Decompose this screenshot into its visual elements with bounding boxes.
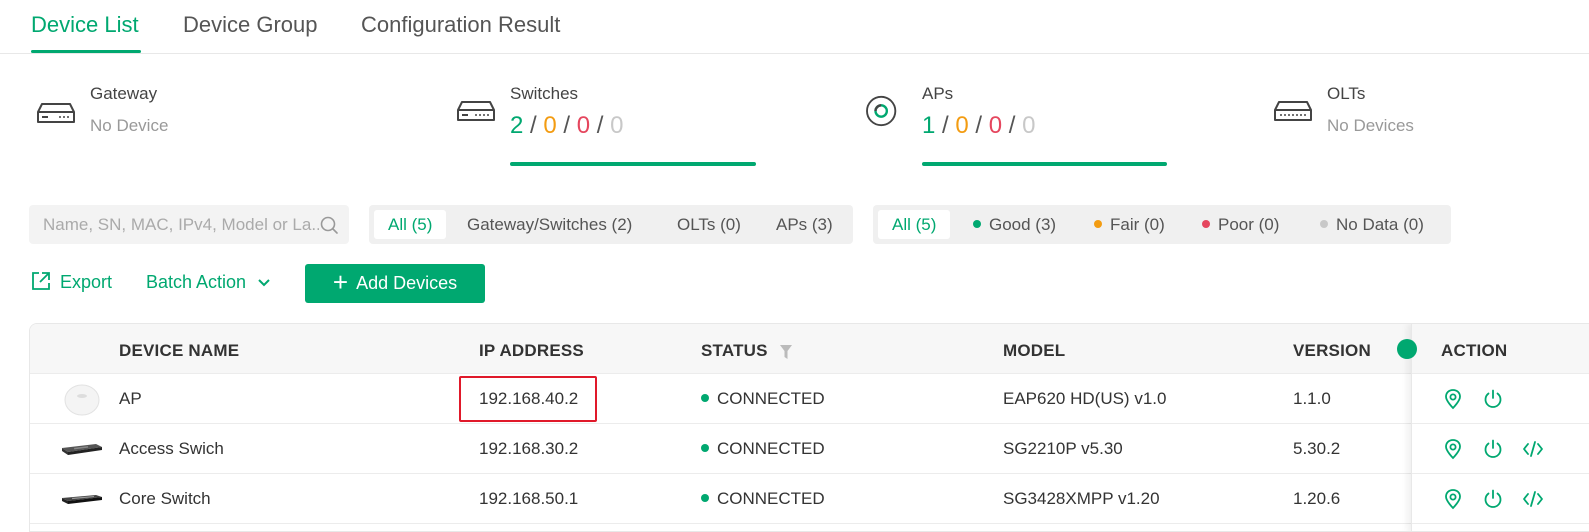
- reboot-icon[interactable]: [1482, 438, 1504, 460]
- aps-fair-count[interactable]: 0: [955, 112, 968, 139]
- ip-address: 192.168.50.1: [479, 489, 579, 508]
- connected-dot-icon: [701, 493, 709, 502]
- health-filter: All (5) Good (3) Fair (0) Poor (0) No Da…: [873, 205, 1451, 244]
- gateway-icon: [37, 103, 75, 123]
- switch-icon: [457, 101, 495, 121]
- active-tab-indicator: [31, 50, 141, 53]
- reboot-icon[interactable]: [1482, 488, 1504, 510]
- device-type-filter: All (5) Gateway/Switches (2) OLTs (0) AP…: [369, 205, 853, 244]
- status-badge: CONNECTED: [701, 389, 825, 409]
- fair-dot-icon: [1094, 219, 1102, 228]
- status-badge: CONNECTED: [701, 489, 825, 509]
- batch-action-dropdown[interactable]: Batch Action: [146, 272, 271, 293]
- col-version[interactable]: VERSION: [1293, 341, 1371, 361]
- reboot-icon[interactable]: [1482, 388, 1504, 410]
- export-icon: [32, 272, 50, 291]
- search-icon[interactable]: [319, 215, 339, 235]
- type-filter-olts[interactable]: OLTs (0): [663, 210, 755, 239]
- olts-status: No Devices: [1327, 116, 1414, 135]
- version: 5.30.2: [1293, 439, 1341, 458]
- action-row: [1412, 424, 1589, 474]
- olt-icon: [1274, 101, 1312, 121]
- switches-title: Switches: [510, 84, 579, 103]
- switch-device-image: [62, 495, 102, 504]
- version: 1.1.0: [1293, 389, 1331, 408]
- switches-fair-count[interactable]: 0: [543, 112, 556, 139]
- poor-dot-icon: [1202, 219, 1210, 228]
- col-action: ACTION: [1441, 341, 1508, 360]
- gateway-title: Gateway: [90, 84, 158, 103]
- tab-bar: Device List Device Group Configuration R…: [0, 0, 1589, 54]
- locate-icon[interactable]: [1442, 388, 1464, 410]
- aps-counts: 1 / 0 / 0 / 0: [922, 112, 1036, 139]
- chevron-down-icon: [258, 279, 270, 287]
- table-row[interactable]: AP 192.168.40.2 CONNECTED EAP620 HD(US) …: [30, 374, 1589, 424]
- switches-health-bar: [510, 162, 756, 166]
- type-filter-all[interactable]: All (5): [374, 210, 447, 239]
- health-filter-all[interactable]: All (5): [878, 210, 951, 239]
- model: SG3428XMPP v1.20: [1003, 489, 1160, 508]
- tab-configuration-result[interactable]: Configuration Result: [361, 12, 560, 38]
- health-filter-good[interactable]: Good (3): [959, 210, 1070, 239]
- device-name[interactable]: AP: [119, 389, 142, 409]
- export-button[interactable]: Export: [30, 272, 112, 294]
- connected-dot-icon: [701, 443, 709, 452]
- column-settings-icon[interactable]: [1397, 339, 1417, 359]
- aps-health-bar: [922, 162, 1167, 166]
- col-status[interactable]: STATUS: [701, 341, 793, 361]
- health-filter-poor[interactable]: Poor (0): [1188, 210, 1293, 239]
- aps-nodata-count[interactable]: 0: [1022, 112, 1035, 139]
- tab-device-list[interactable]: Device List: [31, 12, 139, 38]
- ip-highlight-box: [459, 376, 597, 422]
- type-filter-gateway-switches[interactable]: Gateway/Switches (2): [453, 210, 646, 239]
- model: SG2210P v5.30: [1003, 439, 1123, 458]
- action-header: ACTION: [1412, 324, 1589, 374]
- aps-good-count[interactable]: 1: [922, 112, 935, 139]
- model: EAP620 HD(US) v1.0: [1003, 389, 1167, 408]
- health-filter-fair[interactable]: Fair (0): [1080, 210, 1179, 239]
- switches-poor-count[interactable]: 0: [577, 112, 590, 139]
- gateway-status: No Device: [90, 116, 169, 135]
- version: 1.20.6: [1293, 489, 1341, 508]
- aps-poor-count[interactable]: 0: [989, 112, 1002, 139]
- locate-icon[interactable]: [1442, 438, 1464, 460]
- search-box: [29, 205, 349, 244]
- col-model[interactable]: MODEL: [1003, 341, 1065, 361]
- switches-good-count[interactable]: 2: [510, 112, 523, 139]
- table-row[interactable]: Core Switch 192.168.50.1 CONNECTED SG342…: [30, 474, 1589, 524]
- device-name[interactable]: Core Switch: [119, 489, 211, 509]
- table-header: DEVICE NAME IP ADDRESS STATUS MODEL VERS…: [30, 324, 1589, 374]
- action-row: [1412, 474, 1589, 524]
- switches-counts: 2 / 0 / 0 / 0: [510, 112, 624, 139]
- status-badge: CONNECTED: [701, 439, 825, 459]
- aps-title: APs: [922, 84, 954, 103]
- device-name[interactable]: Access Swich: [119, 439, 224, 459]
- good-dot-icon: [973, 219, 981, 228]
- search-input[interactable]: [29, 205, 319, 244]
- cli-code-icon[interactable]: [1522, 438, 1544, 460]
- action-row: [1412, 374, 1589, 424]
- health-filter-nodata[interactable]: No Data (0): [1306, 210, 1438, 239]
- connected-dot-icon: [701, 393, 709, 402]
- ip-address: 192.168.30.2: [479, 439, 579, 458]
- locate-icon[interactable]: [1442, 488, 1464, 510]
- col-ip-address[interactable]: IP ADDRESS: [479, 341, 584, 361]
- switch-device-image: [62, 444, 102, 455]
- plus-icon: +: [332, 266, 349, 297]
- olts-title: OLTs: [1327, 84, 1366, 103]
- col-device-name[interactable]: DEVICE NAME: [119, 341, 239, 361]
- nodata-dot-icon: [1320, 219, 1328, 228]
- ap-icon: [866, 95, 897, 127]
- ap-device-image: [64, 384, 100, 416]
- cli-code-icon[interactable]: [1522, 488, 1544, 510]
- filter-icon[interactable]: [779, 344, 793, 360]
- tab-device-group[interactable]: Device Group: [183, 12, 318, 38]
- device-table: DEVICE NAME IP ADDRESS STATUS MODEL VERS…: [29, 323, 1589, 532]
- type-filter-aps[interactable]: APs (3): [762, 210, 847, 239]
- table-row[interactable]: Access Swich 192.168.30.2 CONNECTED SG22…: [30, 424, 1589, 474]
- action-column: ACTION: [1411, 324, 1589, 531]
- add-devices-button[interactable]: + Add Devices: [305, 264, 485, 303]
- switches-nodata-count[interactable]: 0: [610, 112, 623, 139]
